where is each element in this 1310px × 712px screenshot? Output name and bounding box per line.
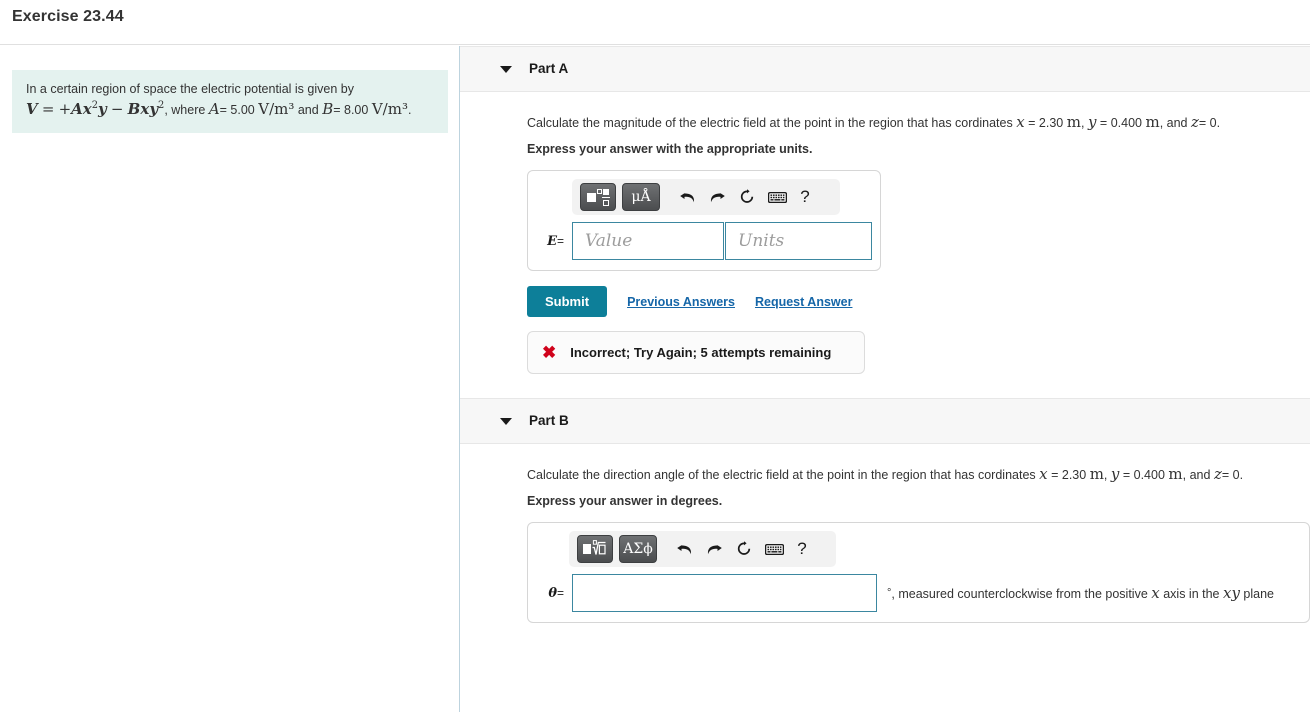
part-a-x-unit: m [1066,113,1081,131]
greek-icon-button[interactable]: ΑΣϕ [619,535,657,563]
part-a-question-text: Calculate the magnitude of the electric … [527,116,1013,130]
part-b-suffix-text: , measured counterclockwise from the pos… [891,587,1148,601]
part-a-and: , and [1159,116,1188,130]
part-a-x-symbol: x [1016,113,1025,131]
part-a-y-symbol: y [1087,113,1097,131]
redo-icon[interactable] [702,183,732,211]
part-a-submit-row: Submit Previous Answers Request Answer [527,286,1310,317]
part-b-x-symbol: x [1039,465,1048,483]
chevron-down-icon-part-b[interactable] [500,418,512,425]
part-b-suffix-mid: axis in the [1163,587,1220,601]
part-b-body: Calculate the direction angle of the ele… [460,444,1310,623]
chevron-down-icon-part-a[interactable] [500,66,512,73]
constant-b-units: V/m³ [371,100,408,119]
keyboard-icon[interactable] [762,183,792,211]
constant-a-units: V/m³ [258,100,295,119]
part-a-y-value: = 0.400 [1099,116,1142,130]
part-b-y-value: = 0.400 [1122,468,1165,482]
page-title: Exercise 23.44 [12,8,124,25]
problem-formula: V = +Ax2y − Bxy2 [26,100,165,119]
redo-icon[interactable] [699,535,729,563]
part-b-header[interactable]: Part B [460,398,1310,444]
units-icon-label: μÅ [631,189,651,205]
part-a-question: Calculate the magnitude of the electric … [527,113,1221,131]
part-a-feedback: ✖ Incorrect; Try Again; 5 attempts remai… [527,331,865,374]
template-icon [587,188,610,206]
greek-icon-label: ΑΣϕ [623,541,653,557]
units-icon-button[interactable]: μÅ [622,183,660,211]
constant-b-symbol: B [322,100,334,119]
previous-answers-link[interactable]: Previous Answers [627,295,735,309]
part-b-toolbar: ΑΣϕ ? [569,531,836,567]
feedback-text: Incorrect; Try Again; 5 attempts remaini… [570,345,832,360]
part-b-equals: = [556,585,564,600]
constant-a-value: = 5.00 [219,103,255,118]
help-icon[interactable]: ? [792,183,818,211]
problem-formula-line: V = +Ax2y − Bxy2, where A= 5.00 V/m³ and… [26,99,434,121]
part-b-suffix: °, measured counterclockwise from the po… [887,584,1274,602]
part-b-z-symbol: z [1213,465,1222,483]
part-b-value-input[interactable] [572,574,877,612]
problem-column: In a certain region of space the electri… [0,46,459,712]
part-a-x-value: = 2.30 [1028,116,1064,130]
part-b-suffix-axis: x [1151,584,1160,602]
part-a-toolbar: μÅ ? [572,179,840,215]
constant-b-value: = 8.00 [333,103,369,118]
part-b-y-symbol: y [1110,465,1120,483]
part-b-field-label: θ= [537,586,572,601]
page-header: Exercise 23.44 [0,0,1310,45]
part-b-z-value: = 0. [1221,468,1244,482]
part-b-suffix-end: plane [1243,587,1274,601]
part-b-y-unit: m [1168,465,1183,483]
answer-column: Part A Calculate the magnitude of the el… [460,46,1310,712]
part-a-z-symbol: z [1191,113,1199,131]
part-b-field-row: θ= °, measured counterclockwise from the… [537,574,1300,612]
undo-icon[interactable] [669,535,699,563]
part-b-answer-panel: ΑΣϕ ? θ= °, measured counterclockwise fr… [527,522,1310,623]
reset-icon[interactable] [729,535,759,563]
part-a-symbol: E [547,233,557,249]
error-x-icon: ✖ [542,343,557,362]
part-b-instruction: Express your answer in degrees. [527,494,723,508]
problem-period: . [407,103,412,118]
template-icon-button-a[interactable] [580,183,616,211]
part-a-header[interactable]: Part A [460,46,1310,92]
problem-and: and [297,103,319,118]
part-a-field-row: E= [537,222,872,260]
part-b-symbol: θ [548,585,557,601]
undo-icon[interactable] [672,183,702,211]
part-b-x-value: = 2.30 [1051,468,1087,482]
part-a-y-unit: m [1145,113,1160,131]
part-b-x-unit: m [1089,465,1104,483]
submit-button[interactable]: Submit [527,286,608,317]
part-a-field-label: E= [537,234,572,249]
part-a-value-input[interactable] [572,222,724,260]
part-a-z-value: = 0. [1198,116,1221,130]
part-b-and: , and [1182,468,1211,482]
part-a-units-input[interactable] [725,222,872,260]
part-b-question: Calculate the direction angle of the ele… [527,465,1244,483]
part-b-question-text: Calculate the direction angle of the ele… [527,468,1036,482]
part-b-suffix-plane: xy [1222,584,1240,602]
part-a-instruction: Express your answer with the appropriate… [527,142,813,156]
exercise-page: Exercise 23.44 In a certain region of sp… [0,0,1310,712]
root-icon [583,540,607,558]
part-a-equals: = [556,233,564,248]
constant-a-symbol: A [208,100,220,119]
part-a-label: Part A [529,61,569,76]
problem-text-line1: In a certain region of space the electri… [26,82,354,96]
part-b-label: Part B [529,413,569,428]
request-answer-link[interactable]: Request Answer [755,295,852,309]
part-a-body: Calculate the magnitude of the electric … [460,92,1310,374]
problem-where: , where [164,103,206,118]
reset-icon[interactable] [732,183,762,211]
problem-statement: In a certain region of space the electri… [12,70,448,133]
keyboard-icon[interactable] [759,535,789,563]
help-icon[interactable]: ? [789,535,815,563]
part-a-answer-panel: μÅ ? E= Value Units [527,170,881,271]
root-icon-button[interactable] [577,535,613,563]
